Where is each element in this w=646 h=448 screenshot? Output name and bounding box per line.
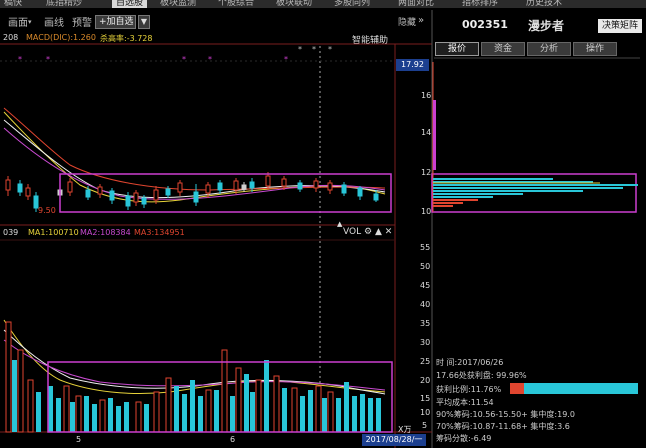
- volume-tick: 50: [420, 262, 431, 271]
- current-price-marker: 17.92: [396, 59, 429, 71]
- signal-marker: *: [182, 55, 186, 64]
- signal-marker: *: [312, 45, 316, 54]
- price-tick: 16: [421, 91, 432, 100]
- chart-graphics: * * * * * * * * ▲: [0, 10, 640, 448]
- low-price-label: 9.50: [38, 206, 56, 215]
- price-tick: 10: [421, 207, 432, 216]
- ma-line-red: [3, 107, 386, 191]
- signal-marker: *: [46, 55, 50, 64]
- vol-ma2: MA2:108384: [80, 228, 131, 237]
- price-tick: 12: [421, 168, 432, 177]
- gear-icon[interactable]: ⚙: [364, 227, 372, 237]
- chip-profit-line: 17.66处获利盘: 99.96%: [436, 371, 527, 380]
- signal-marker: *: [284, 55, 288, 64]
- volume-tick: 45: [420, 281, 431, 290]
- volume-tick: 30: [420, 338, 431, 347]
- vol-indicator-label[interactable]: VOL: [343, 227, 361, 237]
- signal-marker: *: [208, 55, 212, 64]
- volume-tick: 40: [420, 300, 431, 309]
- volume-tick: 35: [420, 319, 431, 328]
- signal-marker: *: [18, 55, 22, 64]
- volume-tools: VOL ⚙ ▲ ✕: [343, 227, 392, 237]
- signal-marker: *: [328, 45, 332, 54]
- volume-prefix: 039: [3, 228, 19, 237]
- volume-tick: 10: [420, 408, 431, 417]
- candlesticks: [5, 172, 379, 212]
- vol-ma1: MA1:100710: [28, 228, 79, 237]
- price-tick: 14: [421, 128, 432, 137]
- volume-bars: [5, 321, 381, 433]
- chip-time: 时 间:2017/06/26: [436, 358, 504, 367]
- volume-tick: 5: [422, 421, 428, 430]
- chip-70: 70%筹码:10.87-11.68+ 集中度:3.6: [436, 422, 570, 431]
- chip-concentration: 筹码分散:-6.49: [436, 434, 492, 443]
- chip-avg-cost: 平均成本:11.54: [436, 398, 494, 407]
- volume-tick: 20: [420, 376, 431, 385]
- up-arrow-icon[interactable]: ▲: [375, 227, 382, 237]
- x-tick: 6: [230, 435, 236, 444]
- vol-ma3: MA3:134951: [134, 228, 185, 237]
- volume-tick: 15: [420, 394, 431, 403]
- chip-90: 90%筹码:10.56-15.50+ 集中度:19.0: [436, 410, 575, 419]
- profit-ratio-bar-red: [510, 383, 524, 394]
- profit-ratio-bar-cyan: [524, 383, 638, 394]
- x-tick: 5: [76, 435, 82, 444]
- stock-terminal: 稿快 底指精炒 自选股 板块监测 个股综合 板块联动 多股同列 两面对比 指标排…: [0, 0, 646, 448]
- volume-tick: 55: [420, 243, 431, 252]
- crosshair-date: 2017/08/28/一: [362, 434, 426, 446]
- signal-marker: *: [298, 45, 302, 54]
- volume-tick: 25: [420, 357, 431, 366]
- volume-info-line: 039 MA1:100710 MA2:108384 MA3:134951: [0, 228, 340, 240]
- chip-distribution: [432, 62, 638, 212]
- close-icon[interactable]: ✕: [385, 227, 393, 237]
- chip-profit-ratio: 获利比例:11.76%: [436, 385, 502, 394]
